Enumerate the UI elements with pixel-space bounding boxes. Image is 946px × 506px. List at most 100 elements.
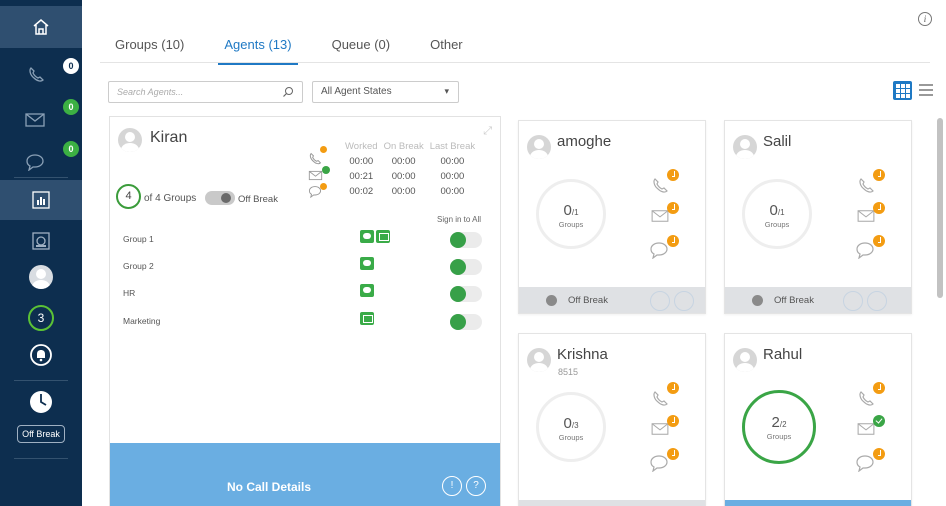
- envelope-icon: [857, 423, 875, 435]
- chat-channel: [650, 229, 685, 259]
- group-channels: [360, 284, 374, 297]
- agent-card[interactable]: amoghe 0/1 Groups Off Break: [518, 120, 706, 314]
- email-nav[interactable]: 0: [0, 98, 82, 132]
- call-status-dot: [873, 382, 885, 394]
- channel-icons: [650, 382, 685, 472]
- stats-row-call: 00:00 00:00 00:00: [342, 155, 478, 170]
- group-name: Group 2: [123, 261, 154, 271]
- chat-bubble-icon: [856, 455, 874, 472]
- chat-channel: [856, 442, 891, 472]
- alert-icon[interactable]: [650, 291, 670, 311]
- alert-icon[interactable]: [843, 291, 863, 311]
- agent-state-select[interactable]: All Agent States ▾: [312, 81, 459, 103]
- break-toggle[interactable]: [205, 191, 235, 205]
- email-badge: 0: [63, 99, 79, 115]
- user-avatar-icon: [29, 265, 53, 289]
- envelope-icon: [651, 423, 669, 435]
- group-signin-toggle[interactable]: [450, 286, 482, 302]
- stats-header-worked: Worked: [345, 141, 378, 152]
- profile-nav[interactable]: [0, 262, 82, 292]
- email-status-dot: [873, 202, 885, 214]
- info-icon[interactable]: i: [918, 12, 932, 26]
- avatar: [527, 348, 551, 372]
- agent-dashboard: 0 0 0 3 Off Break Groups (10) Agents (13…: [0, 0, 946, 506]
- tab-agents[interactable]: Agents (13): [218, 37, 298, 65]
- agent-state-value: All Agent States: [321, 86, 392, 97]
- email-status-dot: [873, 415, 885, 427]
- avatar: [527, 135, 551, 159]
- sign-in-all-label: Sign in to All: [437, 215, 482, 224]
- group-row: HR: [110, 282, 500, 306]
- groups-label: Groups: [766, 432, 792, 441]
- agent-name: Rahul: [763, 346, 803, 363]
- agent-card-footer: Off Break: [725, 287, 911, 313]
- chat-status-dot: [320, 183, 327, 190]
- alert-icon[interactable]: !: [442, 476, 462, 496]
- group-signin-toggle[interactable]: [450, 314, 482, 330]
- rail-divider: [14, 380, 68, 381]
- tab-other[interactable]: Other: [430, 37, 463, 65]
- groups-ratio: 0/1: [563, 202, 579, 219]
- group-row: Group 1: [110, 228, 500, 252]
- main-tabs: Groups (10) Agents (13) Queue (0) Other: [115, 37, 503, 65]
- help-icon[interactable]: [867, 291, 887, 311]
- list-view-button[interactable]: [919, 84, 933, 99]
- stats-row-email: 00:21 00:00 00:00: [342, 170, 478, 185]
- email-icon: [376, 230, 390, 243]
- chat-status-dot: [873, 235, 885, 247]
- chat-icon: [360, 257, 374, 270]
- channel-icons: [856, 169, 891, 259]
- break-status-text: Off Break: [568, 295, 608, 306]
- scrollbar[interactable]: [937, 118, 943, 298]
- stat-cell: 00:02: [349, 186, 374, 197]
- help-icon[interactable]: [674, 291, 694, 311]
- clock-nav[interactable]: [0, 388, 82, 416]
- tab-queue[interactable]: Queue (0): [332, 37, 391, 65]
- bell-icon: [30, 344, 52, 366]
- agent-card[interactable]: Salil 0/1 Groups Off Break: [724, 120, 912, 314]
- chat-status-dot: [667, 448, 679, 460]
- agent-name: Krishna: [557, 346, 608, 363]
- tabs-divider: [100, 62, 930, 63]
- tab-groups[interactable]: Groups (10): [115, 37, 184, 65]
- home-icon: [33, 19, 49, 35]
- agent-card[interactable]: Rahul 2/2 Groups: [724, 333, 912, 506]
- stats-header-last-break: Last Break: [429, 141, 476, 152]
- agents-online-nav[interactable]: 3: [0, 300, 82, 336]
- search-agents-input[interactable]: Search Agents...: [108, 81, 303, 103]
- grid-view-button[interactable]: [893, 81, 912, 100]
- channel-icons: [308, 146, 338, 208]
- envelope-icon: [857, 210, 875, 222]
- chat-nav[interactable]: 0: [0, 140, 82, 174]
- calls-nav[interactable]: 0: [0, 54, 82, 88]
- call-channel: [857, 169, 891, 199]
- chat-bubble-icon: [26, 154, 44, 171]
- reports-nav[interactable]: [0, 180, 82, 220]
- email-channel: [651, 199, 685, 229]
- break-status-text: Off Break: [774, 295, 814, 306]
- chat-channel: [650, 442, 685, 472]
- agent-card[interactable]: Krishna 8515 0/3 Groups: [518, 333, 706, 506]
- notifications-nav[interactable]: [0, 340, 82, 370]
- call-details-footer: No Call Details ! ?: [110, 443, 500, 506]
- groups-label: Groups: [764, 220, 790, 229]
- home-nav[interactable]: [0, 6, 82, 48]
- stat-cell: 00:00: [349, 156, 374, 167]
- email-status-dot: [667, 202, 679, 214]
- dashboard-nav[interactable]: [0, 226, 82, 256]
- group-signin-toggle[interactable]: [450, 232, 482, 248]
- break-toggle[interactable]: [752, 295, 774, 306]
- chat-status-dot: [667, 235, 679, 247]
- help-icon[interactable]: ?: [466, 476, 486, 496]
- group-signin-toggle[interactable]: [450, 259, 482, 275]
- agent-extension: 8515: [558, 367, 579, 377]
- bar-chart-icon: [32, 191, 50, 209]
- break-status-button[interactable]: Off Break: [0, 424, 82, 444]
- rail-divider: [14, 458, 68, 459]
- groups-ratio: 2/2: [771, 414, 787, 431]
- chat-icon: [360, 230, 374, 243]
- expand-icon[interactable]: ⤢: [483, 125, 492, 138]
- chat-bubble-icon: [856, 242, 874, 259]
- groups-label: Groups: [558, 433, 584, 442]
- break-toggle[interactable]: [546, 295, 568, 306]
